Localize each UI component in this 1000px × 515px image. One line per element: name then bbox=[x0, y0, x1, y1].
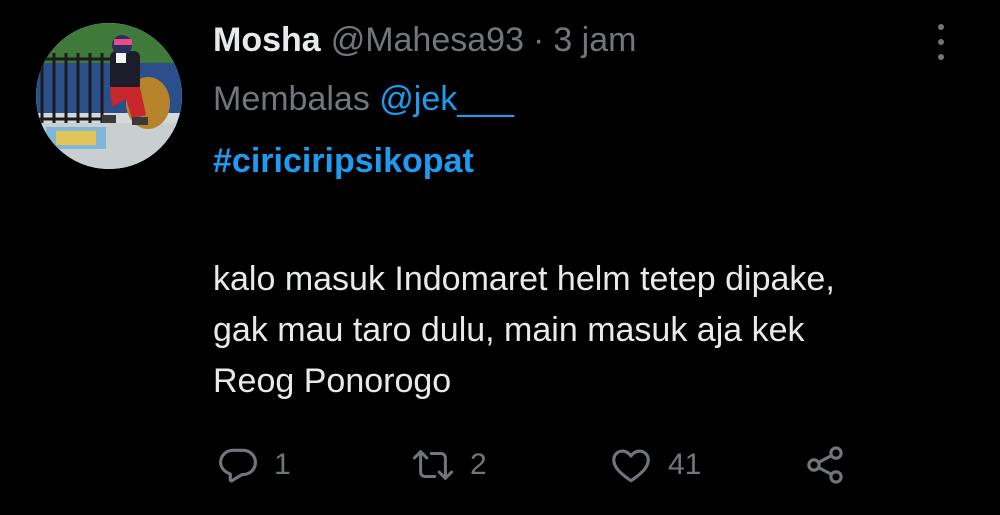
replying-to: Membalas @jek___ bbox=[213, 80, 514, 119]
more-vertical-icon-dot bbox=[938, 39, 944, 45]
tweet-text-line: kalo masuk Indomaret helm tetep dipake, bbox=[213, 260, 835, 298]
heart-icon bbox=[612, 449, 650, 483]
tweet-text-line: gak mau taro dulu, main masuk aja kek bbox=[213, 311, 805, 349]
like-count: 41 bbox=[668, 448, 702, 481]
hashtag-link[interactable]: #ciriciripsikopat bbox=[213, 142, 474, 181]
tweet[interactable]: Mosha @Mahesa93 · 3 jam Membalas @jek___… bbox=[0, 0, 1000, 515]
tweet-header: Mosha @Mahesa93 · 3 jam bbox=[213, 18, 636, 62]
avatar-image bbox=[36, 23, 182, 169]
more-vertical-icon bbox=[938, 24, 944, 30]
separator-dot: · bbox=[532, 20, 545, 59]
retweet-count: 2 bbox=[470, 448, 487, 481]
reply-button[interactable]: 1 bbox=[216, 440, 291, 490]
tweet-text: kalo masuk Indomaret helm tetep dipake, … bbox=[213, 254, 983, 407]
share-button[interactable] bbox=[802, 440, 848, 490]
more-vertical-icon-dot bbox=[938, 54, 944, 60]
tweet-text-line: Reog Ponorogo bbox=[213, 362, 452, 400]
more-options-button[interactable] bbox=[926, 24, 956, 60]
reply-count: 1 bbox=[274, 448, 291, 481]
reply-mention-link[interactable]: @jek___ bbox=[379, 80, 514, 118]
retweet-icon bbox=[412, 450, 454, 480]
author-name[interactable]: Mosha bbox=[213, 21, 321, 60]
retweet-button[interactable]: 2 bbox=[410, 440, 487, 490]
replying-to-label: Membalas bbox=[213, 80, 370, 118]
reply-bubble-icon bbox=[219, 448, 257, 483]
tweet-actions: 1 2 41 bbox=[0, 440, 1000, 490]
author-handle[interactable]: @Mahesa93 bbox=[331, 21, 524, 60]
avatar[interactable] bbox=[36, 23, 182, 169]
share-icon bbox=[807, 446, 843, 484]
timestamp[interactable]: 3 jam bbox=[553, 21, 636, 60]
like-button[interactable]: 41 bbox=[608, 440, 701, 490]
